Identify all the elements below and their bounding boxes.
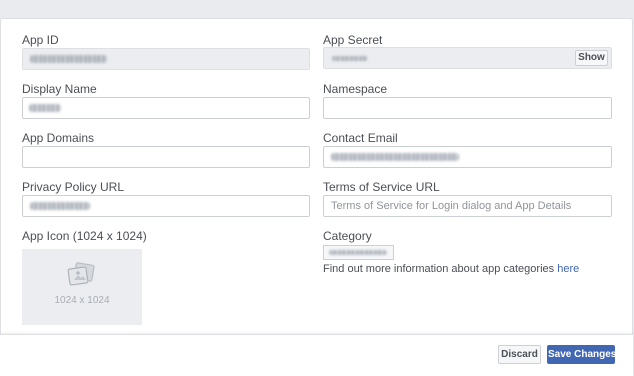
category-info-text: Find out more information about app cate… xyxy=(323,263,558,275)
app-secret-field: Show xyxy=(323,47,612,69)
app-icon-label: App Icon (1024 x 1024) xyxy=(22,229,147,243)
privacy-policy-url-label: Privacy Policy URL xyxy=(22,180,125,194)
namespace-label: Namespace xyxy=(323,82,388,96)
display-name-label: Display Name xyxy=(22,82,97,96)
app-id-field xyxy=(22,48,310,70)
redacted-privacy-url xyxy=(30,202,90,210)
app-id-label: App ID xyxy=(22,33,59,47)
image-placeholder-icon xyxy=(67,262,95,286)
display-name-input[interactable] xyxy=(22,97,310,119)
contact-email-input[interactable] xyxy=(323,146,612,168)
redacted-app-id xyxy=(30,55,107,63)
namespace-input[interactable] xyxy=(323,97,612,119)
terms-placeholder: Terms of Service for Login dialog and Ap… xyxy=(331,200,572,212)
redacted-display-name xyxy=(29,104,61,112)
terms-of-service-url-input[interactable]: Terms of Service for Login dialog and Ap… xyxy=(323,195,612,217)
app-domains-input[interactable] xyxy=(22,146,310,168)
show-secret-button[interactable]: Show xyxy=(575,50,608,66)
contact-email-label: Contact Email xyxy=(323,131,398,145)
settings-footer: Discard Save Changes xyxy=(0,334,633,376)
app-secret-label: App Secret xyxy=(323,33,383,47)
save-changes-button[interactable]: Save Changes xyxy=(547,345,616,364)
terms-of-service-url-label: Terms of Service URL xyxy=(323,180,440,194)
masked-secret xyxy=(332,56,368,61)
app-domains-label: App Domains xyxy=(22,131,95,145)
icon-size-text: 1024 x 1024 xyxy=(54,295,110,306)
app-icon-upload[interactable]: 1024 x 1024 xyxy=(22,249,142,325)
discard-button[interactable]: Discard xyxy=(498,345,541,364)
privacy-policy-url-input[interactable] xyxy=(22,195,310,217)
category-select[interactable] xyxy=(323,245,394,260)
redacted-email xyxy=(331,153,459,161)
category-label: Category xyxy=(323,229,372,243)
redacted-category xyxy=(329,250,387,255)
category-info-link[interactable]: here xyxy=(557,263,579,275)
category-info: Find out more information about app cate… xyxy=(323,263,579,276)
